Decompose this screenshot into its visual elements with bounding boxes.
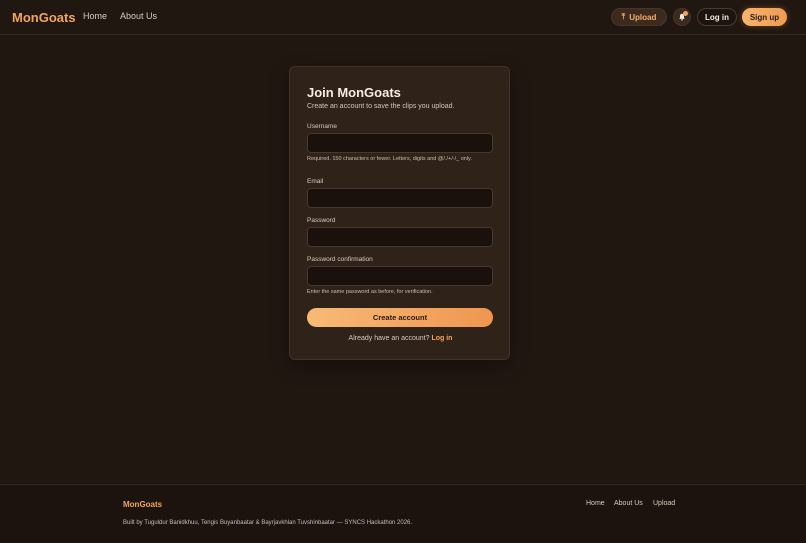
form-title: Join MonGoats [307, 85, 401, 100]
signup-form-card: Join MonGoats Create an account to save … [289, 66, 510, 360]
notification-dot [683, 11, 688, 16]
username-help-text: Required. 150 characters or fewer. Lette… [307, 156, 472, 162]
login-prompt: Already have an account? Log in [290, 335, 511, 342]
nav-home-link[interactable]: Home [83, 11, 107, 21]
nav-about-link[interactable]: About Us [120, 11, 157, 21]
upload-button-label: Upload [629, 12, 657, 22]
footer-about-link[interactable]: About Us [614, 500, 643, 507]
brand-logo[interactable]: MonGoats [12, 10, 76, 25]
password-confirmation-label: Password confirmation [307, 256, 373, 263]
username-label: Username [307, 123, 337, 130]
email-input[interactable] [307, 188, 493, 208]
footer-upload-link[interactable]: Upload [653, 500, 675, 507]
password-confirmation-input[interactable] [307, 266, 493, 286]
footer-home-link[interactable]: Home [586, 500, 605, 507]
page: MonGoats Home About Us ⤒ Upload Log in S… [0, 0, 806, 543]
password-label: Password [307, 217, 336, 224]
username-input[interactable] [307, 133, 493, 153]
footer: MonGoats Built by Tuguldur Banidkhuu, Te… [0, 484, 806, 543]
login-prompt-text: Already have an account? [348, 335, 430, 342]
password-input[interactable] [307, 227, 493, 247]
create-account-button[interactable]: Create account [307, 308, 493, 327]
upload-button[interactable]: ⤒ Upload [611, 8, 667, 26]
login-link[interactable]: Log in [431, 335, 452, 342]
footer-credit: Built by Tuguldur Banidkhuu, Tengis Buya… [123, 520, 413, 526]
notifications-button[interactable] [673, 8, 691, 26]
form-subtitle: Create an account to save the clips you … [307, 103, 455, 110]
upload-icon: ⤒ [621, 12, 626, 21]
login-button[interactable]: Log in [697, 8, 737, 26]
top-nav: MonGoats Home About Us ⤒ Upload Log in S… [0, 0, 806, 35]
email-label: Email [307, 178, 324, 185]
signup-button[interactable]: Sign up [742, 8, 787, 26]
password-confirmation-help-text: Enter the same password as before, for v… [307, 289, 433, 295]
footer-brand: MonGoats [123, 500, 163, 509]
